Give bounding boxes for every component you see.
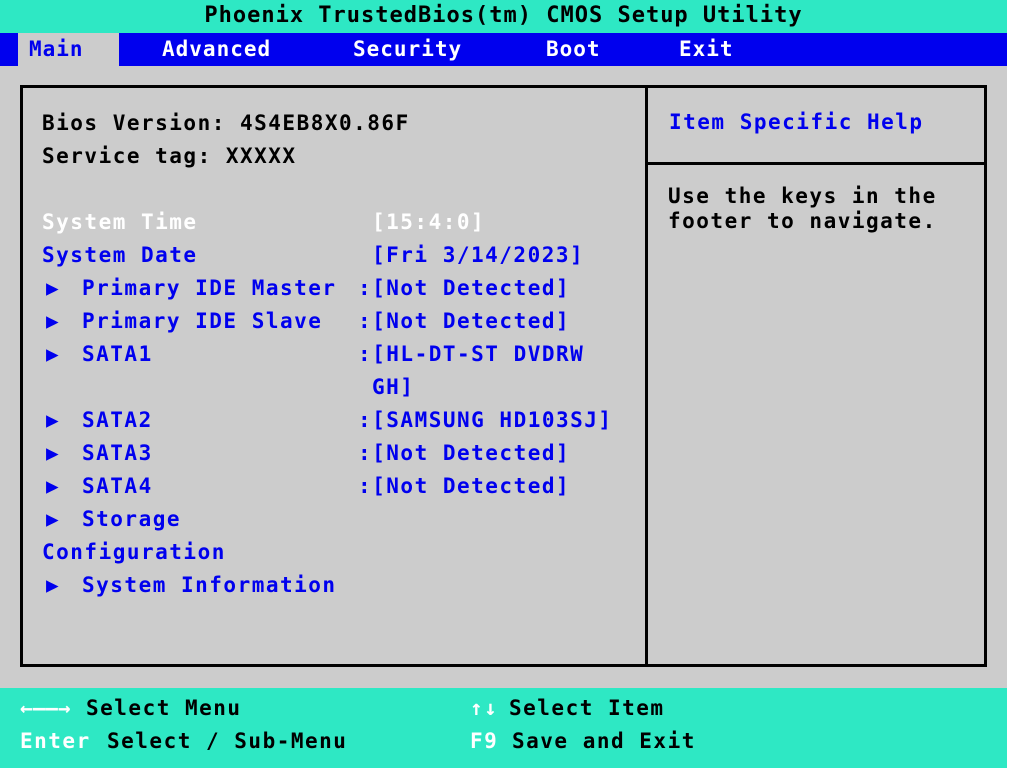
footer-select-submenu: Select / Sub-Menu	[107, 729, 348, 753]
sata2-value: :[SAMSUNG HD103SJ]	[358, 408, 613, 432]
submenu-arrow-icon: ▶	[46, 276, 59, 300]
footer-select-menu: Select Menu	[86, 696, 242, 720]
menu-bar: Main Advanced Security Boot Exit	[0, 33, 1007, 66]
system-information-label[interactable]: System Information	[82, 571, 337, 599]
service-tag: Service tag: XXXXX	[42, 144, 297, 168]
primary-ide-master-label[interactable]: Primary IDE Master	[82, 274, 337, 302]
enter-key: Enter	[20, 729, 91, 753]
primary-ide-slave-value: :[Not Detected]	[358, 309, 571, 333]
sata1-value-continued: GH]	[372, 375, 415, 399]
sata4-label[interactable]: SATA4	[82, 472, 153, 500]
bios-version: Bios Version: 4S4EB8X0.86F	[42, 111, 410, 135]
footer-select-item: Select Item	[509, 696, 665, 720]
left-right-arrows-icon: ←——→	[20, 696, 71, 720]
help-title: Item Specific Help	[669, 110, 924, 134]
tab-main[interactable]: Main	[18, 33, 119, 66]
system-date-value[interactable]: [Fri 3/14/2023]	[372, 241, 584, 269]
storage-configuration-label-continued[interactable]: Configuration	[42, 538, 226, 566]
tab-exit[interactable]: Exit	[679, 33, 734, 66]
help-text: Use the keys in the footer to navigate.	[668, 184, 937, 233]
window-title: Phoenix TrustedBios(tm) CMOS Setup Utili…	[0, 0, 1007, 33]
primary-ide-slave-label[interactable]: Primary IDE Slave	[82, 307, 322, 335]
sata4-value: :[Not Detected]	[358, 474, 571, 498]
submenu-arrow-icon: ▶	[46, 507, 59, 531]
submenu-arrow-icon: ▶	[46, 573, 59, 597]
system-time-value[interactable]: [15:4:0]	[372, 208, 485, 236]
primary-ide-master-value: :[Not Detected]	[358, 276, 571, 300]
system-date-label[interactable]: System Date	[42, 241, 198, 269]
submenu-arrow-icon: ▶	[46, 309, 59, 333]
footer-save-exit: Save and Exit	[512, 729, 696, 753]
submenu-arrow-icon: ▶	[46, 474, 59, 498]
help-panel: Item Specific Help Use the keys in the f…	[645, 85, 987, 667]
sata1-label[interactable]: SATA1	[82, 340, 153, 368]
help-divider	[648, 162, 984, 165]
f9-key: F9	[470, 729, 499, 753]
sata3-value: :[Not Detected]	[358, 441, 571, 465]
sata2-label[interactable]: SATA2	[82, 406, 153, 434]
submenu-arrow-icon: ▶	[46, 342, 59, 366]
storage-configuration-label[interactable]: Storage	[82, 505, 181, 533]
sata1-value: :[HL-DT-ST DVDRW	[358, 342, 585, 366]
tab-boot[interactable]: Boot	[546, 33, 601, 66]
tab-security[interactable]: Security	[353, 33, 462, 66]
submenu-arrow-icon: ▶	[46, 408, 59, 432]
system-time-label[interactable]: System Time	[42, 208, 198, 236]
tab-advanced[interactable]: Advanced	[162, 33, 271, 66]
bios-screen: Phoenix TrustedBios(tm) CMOS Setup Utili…	[0, 0, 1007, 768]
sata3-label[interactable]: SATA3	[82, 439, 153, 467]
footer: ←——→ Select Menu Enter Select / Sub-Menu…	[0, 688, 1007, 768]
up-down-arrows-icon: ↑↓	[470, 696, 499, 720]
submenu-arrow-icon: ▶	[46, 441, 59, 465]
